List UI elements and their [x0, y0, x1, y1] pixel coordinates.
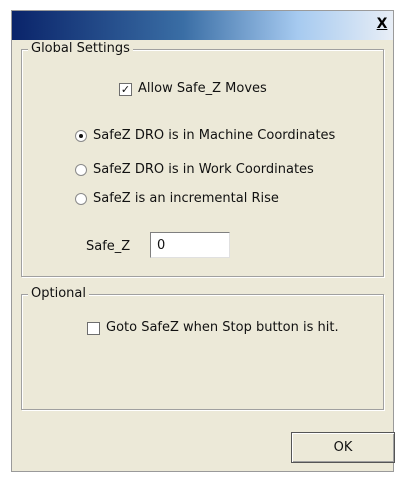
- ok-button[interactable]: OK: [291, 432, 395, 463]
- radio-label-work-coordinates: SafeZ DRO is in Work Coordinates: [93, 162, 314, 177]
- allow-safe-z-checkbox[interactable]: ✓: [119, 82, 132, 96]
- radio-button-work-coordinates[interactable]: [75, 164, 87, 176]
- goto-safez-option[interactable]: Goto SafeZ when Stop button is hit.: [87, 320, 339, 336]
- radio-button-incremental-rise[interactable]: [75, 193, 87, 205]
- radio-label-incremental-rise: SafeZ is an incremental Rise: [93, 191, 279, 206]
- allow-safe-z-option[interactable]: ✓ Allow Safe_Z Moves: [119, 81, 267, 97]
- radio-incremental-rise[interactable]: SafeZ is an incremental Rise: [75, 191, 279, 207]
- radio-button-machine-coordinates[interactable]: [75, 130, 87, 142]
- optional-group: Optional: [21, 286, 384, 410]
- safe-z-label: Safe_Z: [86, 239, 131, 254]
- close-button[interactable]: X: [373, 16, 391, 33]
- global-settings-legend: Global Settings: [28, 41, 133, 57]
- optional-legend: Optional: [28, 286, 89, 302]
- title-bar[interactable]: X: [12, 11, 393, 40]
- safe-z-input[interactable]: [150, 232, 230, 258]
- radio-machine-coordinates[interactable]: SafeZ DRO is in Machine Coordinates: [75, 128, 335, 144]
- goto-safez-label: Goto SafeZ when Stop button is hit.: [106, 320, 339, 335]
- allow-safe-z-label: Allow Safe_Z Moves: [138, 81, 267, 96]
- goto-safez-checkbox[interactable]: [87, 321, 100, 335]
- radio-label-machine-coordinates: SafeZ DRO is in Machine Coordinates: [93, 128, 336, 143]
- radio-work-coordinates[interactable]: SafeZ DRO is in Work Coordinates: [75, 162, 314, 178]
